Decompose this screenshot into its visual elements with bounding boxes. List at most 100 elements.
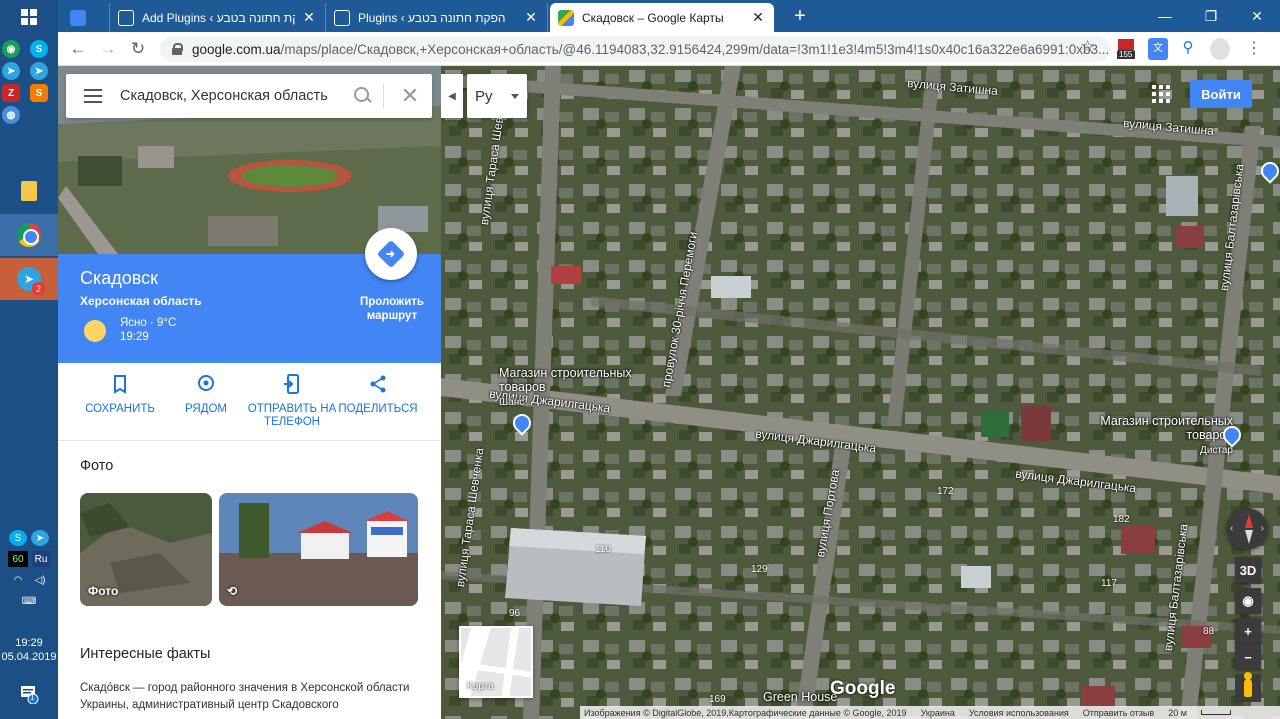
search-icon[interactable] bbox=[345, 74, 379, 118]
vpn-extension-icon[interactable]: ⚲ bbox=[1178, 38, 1198, 60]
keyboard-icon[interactable]: ⌨ bbox=[20, 593, 38, 609]
zoom-in-button[interactable]: + bbox=[1235, 618, 1261, 644]
poi-green-house[interactable]: Green House bbox=[763, 690, 837, 704]
country-link[interactable]: Украина bbox=[921, 708, 955, 718]
volume-icon[interactable]: ◁) bbox=[31, 572, 49, 588]
new-tab-button[interactable]: + bbox=[786, 4, 814, 28]
chrome-pin[interactable] bbox=[0, 214, 58, 256]
feedback-link[interactable]: Отправить отзыв bbox=[1083, 708, 1154, 718]
share-button[interactable]: ПОДЕЛИТЬСЯ bbox=[333, 373, 423, 416]
send-to-phone-icon bbox=[284, 374, 299, 394]
action-center-icon[interactable]: 1 bbox=[19, 684, 39, 705]
facts-text: Скадо́вск — город районного значения в Х… bbox=[80, 682, 410, 711]
language-select[interactable]: Ру bbox=[467, 74, 527, 118]
terms-link[interactable]: Условия использования bbox=[969, 708, 1069, 718]
photo-label: Фото bbox=[88, 584, 119, 598]
filezilla-icon[interactable]: Z bbox=[2, 84, 20, 102]
profile-avatar[interactable] bbox=[1210, 38, 1230, 60]
reload-button[interactable]: ↻ bbox=[126, 37, 150, 61]
chrome-icon bbox=[17, 223, 41, 247]
collapse-panel-button[interactable]: ◀ bbox=[441, 74, 463, 118]
telegram-tray-icon[interactable]: ➤ bbox=[31, 530, 49, 546]
tab-title: Plugins ‹ הפקת חתונה בטבע bbox=[358, 10, 506, 25]
poi-subtitle: Шанс bbox=[499, 397, 525, 408]
telegram-icon-2[interactable]: ➤ bbox=[30, 62, 48, 80]
house-number: 117 bbox=[1101, 578, 1117, 589]
tab-plugins[interactable]: Plugins ‹ הפקת חתונה בטבע ✕ bbox=[326, 3, 548, 32]
address-bar[interactable]: google.com.ua/maps/place/Скадовск,+Херсо… bbox=[160, 36, 1110, 62]
photo-360-thumbnail[interactable]: ⟲ bbox=[219, 493, 418, 606]
telegram-icon[interactable]: ➤ bbox=[2, 62, 20, 80]
tab-add-plugins[interactable]: Add Plugins ‹ הפקת חתונה בטבע ✕ bbox=[110, 3, 326, 32]
app-icon-green[interactable]: ◉ bbox=[2, 40, 20, 58]
telegram-pin[interactable]: ➤ 2 bbox=[0, 258, 58, 300]
divider bbox=[383, 83, 384, 109]
park-photo bbox=[219, 493, 418, 606]
close-icon[interactable]: ✕ bbox=[523, 9, 539, 26]
my-location-button[interactable]: ◉ bbox=[1235, 588, 1261, 614]
house-number: 182 bbox=[1113, 514, 1130, 525]
weather-text: Ясно · 9°C bbox=[120, 317, 177, 329]
nearby-button[interactable]: РЯДОМ bbox=[161, 373, 251, 416]
poi-store-distar[interactable]: Магазин строительных товаров Дистар bbox=[1065, 414, 1233, 458]
google-logo: Google bbox=[830, 678, 896, 699]
rotate-right-icon[interactable]: › bbox=[1261, 523, 1264, 534]
tilt-3d-button[interactable]: 3D bbox=[1235, 557, 1261, 583]
search-box: Скадовск, Херсонская область ✕ bbox=[66, 74, 432, 118]
lock-icon bbox=[172, 43, 183, 55]
telegram-app-icon: ➤ 2 bbox=[17, 267, 45, 295]
tab-docs-pinned[interactable] bbox=[62, 3, 110, 32]
tab-title: Add Plugins ‹ הפקת חתונה בטבע bbox=[142, 10, 295, 25]
skype-icon[interactable]: S bbox=[30, 40, 48, 58]
save-button[interactable]: СОХРАНИТЬ bbox=[75, 373, 165, 416]
menu-dots-icon[interactable]: ⋮ bbox=[1244, 38, 1264, 60]
south-arrow-icon bbox=[1245, 530, 1253, 544]
send-to-phone-button[interactable]: ОТПРАВИТЬ НА ТЕЛЕФОН bbox=[247, 373, 337, 429]
zoom-out-button[interactable]: − bbox=[1235, 644, 1261, 670]
language-indicator[interactable]: Ru bbox=[32, 551, 50, 567]
close-icon[interactable]: ✕ bbox=[750, 9, 766, 26]
translate-extension-icon[interactable]: 文 bbox=[1148, 38, 1168, 60]
tab-strip: Add Plugins ‹ הפקת חתונה בטבע ✕ Plugins … bbox=[58, 0, 1280, 32]
directions-label[interactable]: Проложить маршрут bbox=[350, 295, 434, 323]
wifi-icon[interactable]: ◠ bbox=[9, 572, 27, 588]
poi-name: Магазин строительных товаров bbox=[1100, 414, 1233, 442]
compass-control[interactable]: ‹ › bbox=[1226, 508, 1268, 550]
extension-calendar-icon[interactable]: 155 bbox=[1116, 38, 1136, 60]
sublime-icon[interactable]: S bbox=[30, 84, 48, 102]
close-icon[interactable]: ✕ bbox=[388, 74, 432, 118]
clock-time: 19:29 bbox=[15, 637, 43, 649]
docs-favicon-icon bbox=[70, 9, 86, 26]
hamburger-menu-icon[interactable] bbox=[66, 74, 120, 118]
directions-button[interactable]: ➜ bbox=[365, 228, 417, 280]
place-panel: Скадовск Херсонская область Ясно · 9°C 1… bbox=[58, 66, 441, 719]
house-number: 88 bbox=[1203, 626, 1215, 637]
minimize-button[interactable]: — bbox=[1142, 0, 1188, 32]
maximize-button[interactable]: ❐ bbox=[1188, 0, 1234, 32]
back-button[interactable]: ← bbox=[66, 37, 90, 61]
tab-google-maps[interactable]: Скадовск – Google Карты ✕ bbox=[550, 3, 774, 32]
start-button[interactable] bbox=[0, 0, 58, 34]
system-tray: S ➤ 60 Ru ◠ ◁) ⌨ bbox=[0, 530, 58, 614]
photo-thumbnail[interactable]: Фото bbox=[80, 493, 212, 606]
poi-name: Магазин строительных товаров bbox=[499, 366, 632, 394]
search-input[interactable]: Скадовск, Херсонская область bbox=[120, 88, 345, 104]
rotate-left-icon[interactable]: ‹ bbox=[1230, 523, 1233, 534]
map-type-toggle[interactable]: Карта bbox=[459, 626, 533, 698]
file-explorer-pin[interactable] bbox=[0, 170, 58, 212]
sign-in-button[interactable]: Войти bbox=[1190, 80, 1252, 108]
browser-icon[interactable]: ◍ bbox=[2, 106, 20, 124]
skype-tray-icon[interactable]: S bbox=[9, 530, 27, 546]
close-window-button[interactable]: ✕ bbox=[1234, 0, 1280, 32]
poi-store-shans[interactable]: Магазин строительных товаров Шанс bbox=[499, 366, 659, 410]
google-apps-icon[interactable] bbox=[1150, 83, 1172, 105]
notif-badge: 1 bbox=[30, 693, 35, 702]
close-icon[interactable]: ✕ bbox=[301, 9, 317, 26]
pegman-icon[interactable] bbox=[1235, 672, 1261, 702]
forward-button[interactable]: → bbox=[96, 37, 120, 61]
bookmark-star-icon[interactable]: ☆ bbox=[1080, 37, 1095, 57]
satellite-map[interactable]: вулиця Затишна вулиця Затишна вулиця Джа… bbox=[441, 66, 1280, 719]
wordpress-favicon-icon bbox=[334, 9, 350, 26]
scale-label[interactable]: 20 м bbox=[1168, 708, 1187, 718]
taskbar-clock[interactable]: 19:29 05.04.2019 bbox=[0, 636, 58, 664]
